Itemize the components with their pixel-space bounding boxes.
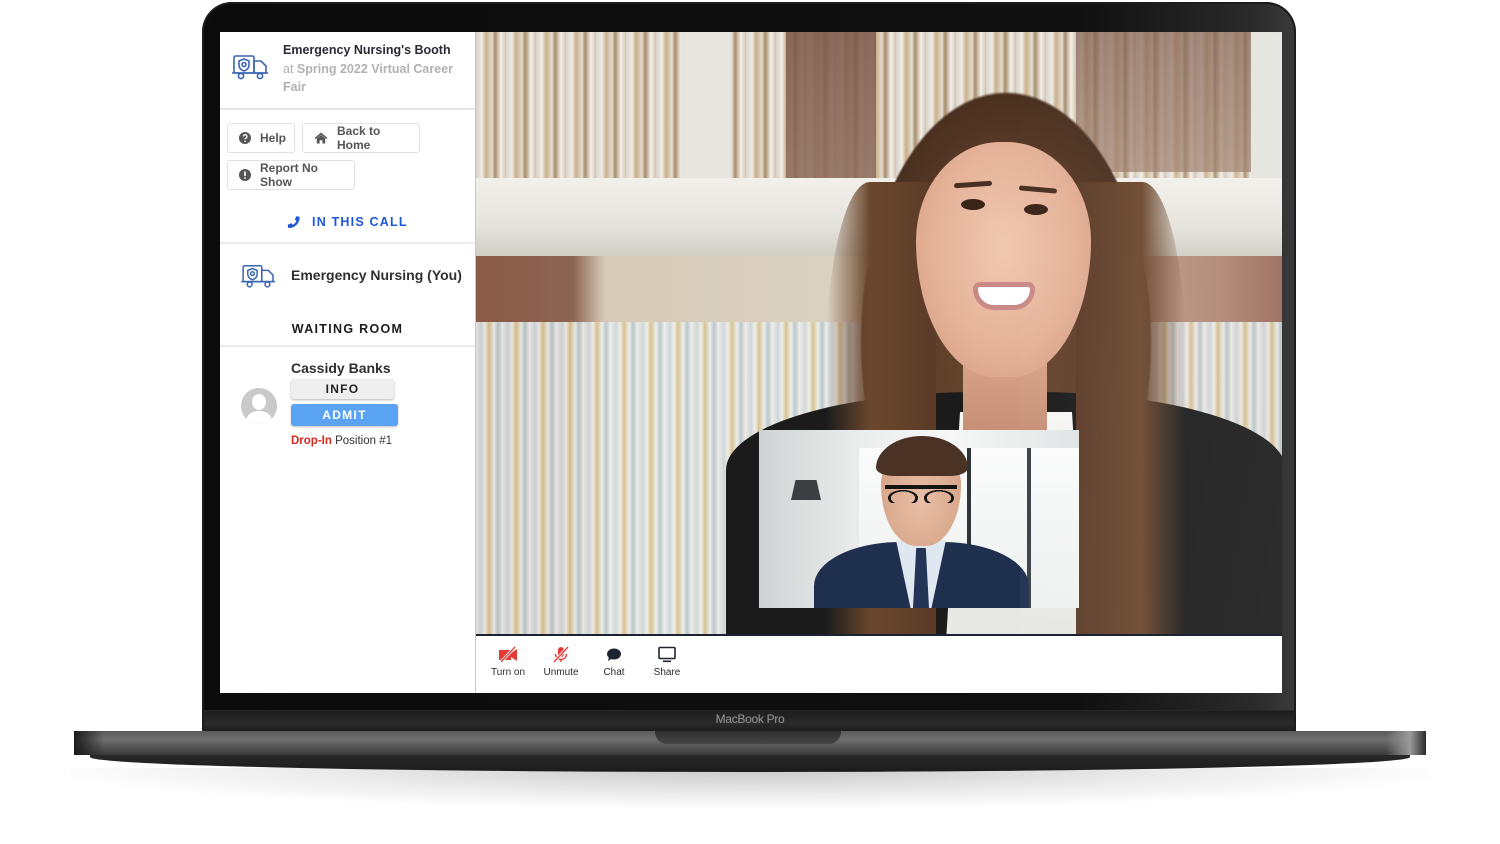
- help-button-label: Help: [260, 131, 287, 145]
- self-glasses: [885, 485, 957, 503]
- report-no-show-button[interactable]: Report No Show: [227, 160, 355, 190]
- chat-label: Chat: [603, 667, 625, 678]
- app-screen: Emergency Nursing's Booth at Spring 2022…: [220, 32, 1282, 693]
- sidebar: Emergency Nursing's Booth at Spring 2022…: [220, 32, 476, 693]
- call-controls-bar: Turn on Unmute Chat Share: [476, 634, 1282, 693]
- booth-title: Emergency Nursing's Booth: [283, 43, 451, 57]
- mic-off-icon: [552, 646, 570, 663]
- chat-bubble-icon: [607, 648, 621, 661]
- phone-icon: [288, 216, 300, 229]
- self-view-video[interactable]: [759, 430, 1079, 608]
- report-no-show-label: Report No Show: [260, 161, 318, 189]
- default-user-icon: [241, 388, 277, 424]
- waiting-room-heading: WAITING ROOM: [291, 322, 404, 336]
- drop-in-tag: Drop-In: [291, 435, 332, 447]
- queue-position: Position #1: [335, 435, 392, 447]
- booth-subtitle-prefix: at: [283, 62, 294, 76]
- queue-status: Drop-In Position #1: [291, 435, 392, 447]
- monitor-icon: [658, 646, 676, 663]
- camera-off-icon: [499, 646, 517, 663]
- divider: [220, 242, 475, 244]
- waiting-person-name: Cassidy Banks: [291, 360, 391, 376]
- divider: [220, 345, 475, 347]
- camera-toggle-button[interactable]: Turn on: [483, 646, 533, 678]
- participant-name: Emergency Nursing (You): [291, 267, 462, 283]
- avatar: [241, 388, 277, 424]
- participant-hair: [1076, 182, 1186, 634]
- laptop-hinge-notch: [655, 731, 841, 744]
- booth-event-subtitle: at Spring 2022 Virtual Career Fair: [283, 60, 463, 96]
- admit-button[interactable]: ADMIT: [291, 404, 398, 426]
- laptop-brand-label: MacBook Pro: [715, 712, 785, 726]
- self-hair: [876, 436, 968, 476]
- mic-toggle-button[interactable]: Unmute: [536, 646, 586, 678]
- ambulance-shield-icon: [232, 52, 270, 82]
- share-label: Share: [653, 667, 681, 678]
- back-to-home-button[interactable]: Back to Home: [302, 123, 420, 153]
- mic-toggle-label: Unmute: [543, 667, 579, 678]
- lamp: [791, 480, 821, 500]
- participant-smile: [973, 282, 1035, 310]
- camera-toggle-label: Turn on: [490, 667, 526, 678]
- participant-eye: [961, 199, 985, 210]
- share-screen-button[interactable]: Share: [642, 646, 692, 678]
- ambulance-shield-icon: [240, 262, 278, 290]
- booth-event-name: Spring 2022 Virtual Career Fair: [283, 62, 454, 94]
- question-circle-icon: [239, 132, 251, 144]
- in-this-call-heading: IN THIS CALL: [220, 215, 475, 229]
- info-button[interactable]: INFO: [291, 379, 394, 399]
- chat-button[interactable]: Chat: [589, 646, 639, 678]
- main-video-feed: [476, 32, 1282, 634]
- in-this-call-label: IN THIS CALL: [312, 215, 408, 229]
- booth-header: Emergency Nursing's Booth at Spring 2022…: [220, 32, 475, 110]
- participant-face: [916, 142, 1091, 377]
- exclamation-circle-icon: [239, 169, 251, 181]
- waiting-room-entry: Cassidy Banks INFO ADMIT Drop-In Positio…: [220, 352, 475, 452]
- laptop-shadow: [70, 768, 1430, 808]
- shelf-divider: [681, 32, 731, 182]
- back-to-home-label: Back to Home: [337, 124, 381, 152]
- call-participant: Emergency Nursing (You): [220, 254, 475, 298]
- home-icon: [314, 132, 328, 144]
- help-button[interactable]: Help: [227, 123, 295, 153]
- participant-eye: [1024, 204, 1048, 215]
